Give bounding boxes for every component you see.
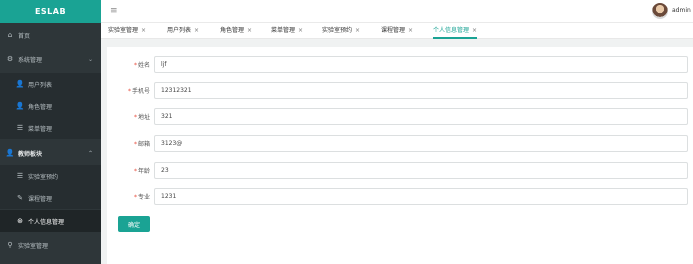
tab-menus[interactable]: 菜单管理 ×	[271, 23, 303, 38]
user-icon: 👤	[15, 102, 25, 110]
edit-icon: ✎	[17, 194, 23, 202]
close-icon[interactable]: ×	[298, 27, 303, 34]
sidebar-item-label: 实验室预约	[28, 173, 59, 181]
hamburger-icon[interactable]: ≡	[110, 6, 118, 16]
sidebar-item-label: 个人信息管理	[28, 218, 65, 226]
sidebar-item-label: 首页	[18, 32, 31, 40]
submit-button[interactable]: 确定	[118, 216, 150, 232]
sidebar-item-label: 系统管理	[18, 56, 43, 64]
close-icon[interactable]: ×	[472, 27, 477, 34]
sidebar-item-menus[interactable]: ☰ 菜单管理	[0, 117, 101, 139]
gear-icon: ⚙	[6, 55, 14, 63]
tab-courses[interactable]: 课程管理 ×	[381, 23, 413, 38]
app-logo: ESLAB	[0, 0, 101, 23]
address-field[interactable]	[154, 108, 688, 125]
sidebar-item-label: 菜单管理	[28, 125, 53, 133]
tab-roles[interactable]: 角色管理 ×	[220, 23, 252, 38]
sidebar-item-lab-booking[interactable]: ☰ 实验室预约	[0, 165, 101, 187]
tab-profile[interactable]: 个人信息管理 ×	[433, 23, 478, 39]
field-label: *专业	[133, 194, 150, 201]
form-row-age: *年龄	[107, 162, 693, 180]
sidebar-item-label: 用户列表	[28, 81, 53, 89]
tab-users[interactable]: 用户列表 ×	[167, 23, 199, 38]
field-label: *姓名	[133, 62, 150, 69]
tab-label: 实验室预约	[322, 27, 353, 34]
sidebar-item-roles[interactable]: 👤 角色管理	[0, 95, 101, 117]
settings-icon: ⊛	[17, 217, 23, 225]
tab-label: 菜单管理	[271, 27, 296, 34]
field-label: *手机号	[127, 88, 150, 95]
field-label: *年龄	[133, 168, 150, 175]
username[interactable]: admin	[672, 7, 691, 14]
tab-label: 用户列表	[167, 27, 192, 34]
form-row-address: *地址	[107, 108, 693, 126]
sidebar-item-system[interactable]: ⚙ 系统管理 ⌄	[0, 48, 101, 70]
field-label: *邮箱	[133, 141, 150, 148]
sidebar-item-label: 教师板块	[18, 150, 43, 158]
sidebar-item-home[interactable]: ⌂ 首页	[0, 24, 101, 46]
profile-form: *姓名 *手机号 *地址 *邮箱 *年龄 *专业 确定	[107, 47, 693, 264]
form-row-email: *邮箱	[107, 135, 693, 153]
sidebar-item-profile[interactable]: ⊛ 个人信息管理	[0, 210, 101, 232]
main-content: *姓名 *手机号 *地址 *邮箱 *年龄 *专业 确定	[101, 39, 693, 264]
top-bar: ≡ admin	[101, 0, 693, 23]
sidebar-item-lab-manage[interactable]: ⚲ 实验室管理	[0, 234, 101, 256]
tab-lab-manage[interactable]: 实验室管理 ×	[108, 23, 146, 38]
list-icon: ☰	[16, 124, 24, 132]
chevron-down-icon: ⌄	[87, 55, 93, 63]
teacher-icon: 👤	[5, 149, 15, 157]
sidebar-item-users[interactable]: 👤 用户列表	[0, 73, 101, 95]
tab-lab-booking[interactable]: 实验室预约 ×	[322, 23, 360, 38]
major-field[interactable]	[154, 188, 688, 205]
name-field[interactable]	[154, 56, 688, 73]
email-field[interactable]	[154, 135, 688, 152]
tab-bar: 实验室管理 × 用户列表 × 角色管理 × 菜单管理 × 实验室预约 × 课程管理 × 个人…	[101, 23, 693, 39]
avatar[interactable]	[652, 3, 668, 19]
location-icon: ⚲	[7, 241, 13, 249]
list-icon: ☰	[16, 172, 24, 180]
sidebar-item-courses[interactable]: ✎ 课程管理	[0, 187, 101, 209]
tab-label: 实验室管理	[108, 27, 139, 34]
form-row-phone: *手机号	[107, 82, 693, 100]
sidebar: ESLAB ⌂ 首页 ⚙ 系统管理 ⌄ 👤 用户列表 👤 角色管理 ☰ 菜单管理…	[0, 0, 101, 264]
form-row-major: *专业	[107, 188, 693, 206]
tab-label: 角色管理	[220, 27, 245, 34]
age-field[interactable]	[154, 162, 688, 179]
phone-field[interactable]	[154, 82, 688, 99]
close-icon[interactable]: ×	[194, 27, 199, 34]
sidebar-item-teacher[interactable]: 👤 教师板块 ⌃	[0, 142, 101, 164]
sidebar-item-label: 角色管理	[28, 103, 53, 111]
user-icon: 👤	[15, 80, 25, 88]
sidebar-item-label: 课程管理	[28, 195, 53, 203]
close-icon[interactable]: ×	[141, 27, 146, 34]
home-icon: ⌂	[7, 31, 13, 39]
sidebar-item-label: 实验室管理	[18, 242, 49, 250]
close-icon[interactable]: ×	[247, 27, 252, 34]
close-icon[interactable]: ×	[355, 27, 360, 34]
chevron-up-icon: ⌃	[87, 149, 93, 157]
close-icon[interactable]: ×	[408, 27, 413, 34]
form-row-name: *姓名	[107, 56, 693, 74]
field-label: *地址	[133, 114, 150, 121]
tab-label: 课程管理	[381, 27, 406, 34]
tab-label: 个人信息管理	[433, 27, 470, 34]
